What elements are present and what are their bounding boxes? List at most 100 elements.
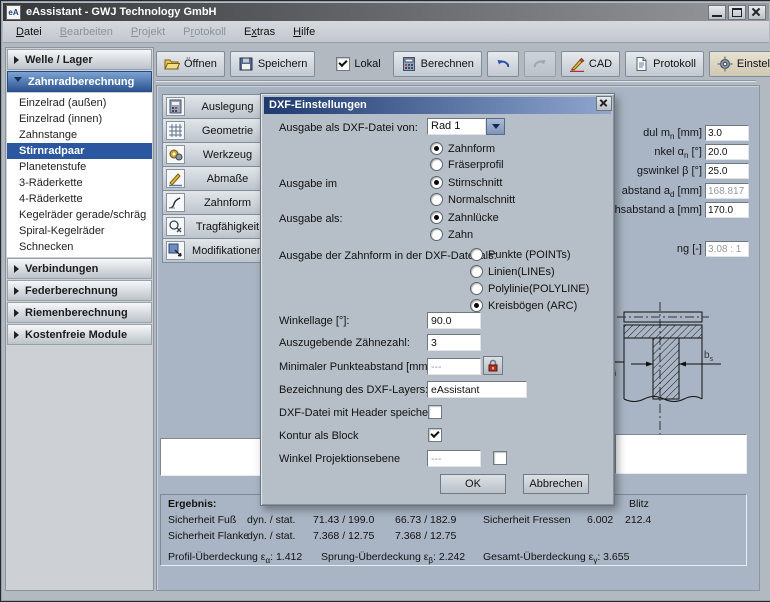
sidebar-group-kostenfreie-module[interactable]: Kostenfreie Module	[7, 324, 152, 345]
protocol-button[interactable]: Protokoll	[625, 51, 704, 77]
radio-stirnschnitt-icon[interactable]	[430, 176, 443, 189]
settings-button[interactable]: Einstellungen	[709, 51, 770, 77]
section-geometrie-button[interactable]: Geometrie	[162, 118, 271, 143]
section-modifikationen-button[interactable]: Modifikationen	[162, 238, 271, 263]
menu-hilfe[interactable]: Hilfe	[284, 24, 324, 40]
wheel-select[interactable]: Rad 1	[427, 118, 505, 135]
block-checkbox[interactable]	[428, 428, 442, 442]
sidebar-item-zahnstange[interactable]: Zahnstange	[7, 127, 152, 143]
radio-zahn[interactable]: Zahn	[430, 228, 473, 241]
save-button[interactable]: Speichern	[230, 51, 316, 77]
section-zahnform-button[interactable]: Zahnform	[162, 190, 271, 215]
menu-extras[interactable]: Extras	[235, 24, 284, 40]
minimize-button[interactable]	[708, 5, 726, 20]
radio-fraeserprofil[interactable]: Fräserprofil	[430, 158, 504, 171]
radio-zahnluecke-icon[interactable]	[430, 211, 443, 224]
undo-arrow-icon	[495, 56, 511, 72]
cad-button[interactable]: CAD	[561, 51, 620, 77]
result-row-flanke-mode: dyn. / stat.	[247, 530, 295, 542]
radio-kreisboegen-icon[interactable]	[470, 299, 483, 312]
grid-icon	[166, 121, 185, 140]
redo-arrow-icon	[532, 56, 548, 72]
teeth-count-input[interactable]	[427, 334, 481, 351]
radio-zahn-icon[interactable]	[430, 228, 443, 241]
sidebar-group-zahnradberechnung[interactable]: Zahnradberechnung	[7, 71, 152, 92]
teeth-count-label: Auszugebende Zähnezahl:	[279, 337, 410, 349]
sidebar-gear-list: Einzelrad (außen) Einzelrad (innen) Zahn…	[7, 93, 152, 257]
sidebar-item-spiral-kegelraeder[interactable]: Spiral-Kegelräder	[7, 223, 152, 239]
combo-arrow-icon[interactable]	[486, 118, 505, 135]
section-werkzeug-button[interactable]: Werkzeug	[162, 142, 271, 167]
design-icon	[166, 97, 185, 116]
result-gesamt-ueberdeckung: Gesamt-Überdeckung εγ: 3.655	[483, 551, 629, 565]
schraegungswinkel-input[interactable]	[705, 163, 749, 179]
maximize-button[interactable]	[728, 5, 746, 20]
radio-punkte[interactable]: Punkte (POINTs)	[470, 248, 571, 261]
result-row-flanke-label: Sicherheit Flanke	[168, 530, 249, 542]
radio-normalschnitt[interactable]: Normalschnitt	[430, 193, 515, 206]
sidebar-group-welle-lager[interactable]: Welle / Lager	[7, 49, 152, 70]
radio-zahnluecke[interactable]: Zahnlücke	[430, 211, 499, 224]
radio-kreisboegen[interactable]: Kreisbögen (ARC)	[470, 299, 577, 312]
radio-linien[interactable]: Linien(LINEs)	[470, 265, 555, 278]
eingriffswinkel-input[interactable]	[705, 144, 749, 160]
sidebar-item-3-raederkette[interactable]: 3-Räderkette	[7, 175, 152, 191]
radio-polylinie[interactable]: Polylinie(POLYLINE)	[470, 282, 589, 295]
radio-linien-icon[interactable]	[470, 265, 483, 278]
menu-datei[interactable]: Datei	[7, 24, 51, 40]
radio-normalschnitt-icon[interactable]	[430, 193, 443, 206]
close-button[interactable]	[748, 5, 766, 20]
undo-button[interactable]	[487, 51, 519, 77]
lock-button[interactable]	[483, 356, 503, 375]
sidebar-item-einzelrad-innen[interactable]: Einzelrad (innen)	[7, 111, 152, 127]
sidebar-item-stirnradpaar[interactable]: Stirnradpaar	[7, 143, 152, 159]
sidebar-group-federberechnung[interactable]: Federberechnung	[7, 280, 152, 301]
sidebar-item-kegelraeder[interactable]: Kegelräder gerade/schräg	[7, 207, 152, 223]
ok-button[interactable]: OK	[440, 474, 506, 494]
min-distance-label: Minimaler Punkteabstand [mm]:	[279, 361, 434, 373]
open-button[interactable]: Öffnen	[156, 51, 225, 77]
section-tragfaehigkeit-button[interactable]: Tragfähigkeit	[162, 214, 271, 239]
chevron-down-icon	[14, 77, 22, 86]
result-row-fuss-mode: dyn. / stat.	[247, 514, 295, 526]
menu-projekt: Projekt	[122, 24, 174, 40]
sidebar-item-einzelrad-aussen[interactable]: Einzelrad (außen)	[7, 95, 152, 111]
section-abmasse-button[interactable]: Abmaße	[162, 166, 271, 191]
sidebar-item-schnecken[interactable]: Schnecken	[7, 239, 152, 255]
radio-stirnschnitt[interactable]: Stirnschnitt	[430, 176, 502, 189]
local-checkbox[interactable]	[336, 57, 350, 71]
modul-input[interactable]	[705, 125, 749, 141]
results-heading: Ergebnis:	[168, 498, 216, 510]
angle-input[interactable]	[427, 312, 481, 329]
header-checkbox[interactable]	[428, 405, 442, 419]
cancel-button[interactable]: Abbrechen	[523, 474, 589, 494]
local-toggle[interactable]: Lokal	[329, 52, 387, 76]
radio-fraeserprofil-icon[interactable]	[430, 158, 443, 171]
result-row-fuss-v2: 66.73 / 182.9	[395, 514, 456, 526]
calculate-button[interactable]: Berechnen	[393, 51, 482, 77]
radio-zahnform[interactable]: Zahnform	[430, 142, 495, 155]
achsabstand-input[interactable]	[705, 202, 749, 218]
radio-punkte-icon[interactable]	[470, 248, 483, 261]
result-fressen-v2: 212.4	[625, 514, 651, 526]
sidebar-group-riemenberechnung[interactable]: Riemenberechnung	[7, 302, 152, 323]
sidebar-item-planetenstufe[interactable]: Planetenstufe	[7, 159, 152, 175]
layer-name-input[interactable]	[427, 381, 527, 398]
tooth-profile-icon	[166, 193, 185, 212]
section-auslegung-button[interactable]: Auslegung	[162, 94, 271, 119]
menu-bearbeiten: Bearbeiten	[51, 24, 122, 40]
sidebar-group-verbindungen[interactable]: Verbindungen	[7, 258, 152, 279]
gear-icon	[717, 56, 733, 72]
dialog-title: DXF-Einstellungen	[264, 97, 611, 114]
chevron-right-icon	[14, 331, 19, 339]
radio-zahnform-icon[interactable]	[430, 142, 443, 155]
redo-button	[524, 51, 556, 77]
sidebar-item-4-raederkette[interactable]: 4-Räderkette	[7, 191, 152, 207]
toolbar: Öffnen Speichern Lokal Berechnen CAD Pro…	[156, 47, 756, 81]
radio-polylinie-icon[interactable]	[470, 282, 483, 295]
calculator-icon	[401, 56, 417, 72]
app-logo-icon: eA	[6, 5, 21, 20]
dialog-close-icon[interactable]	[596, 96, 612, 111]
projection-checkbox[interactable]	[493, 451, 507, 465]
result-fressen-label: Sicherheit Fressen	[483, 514, 571, 526]
